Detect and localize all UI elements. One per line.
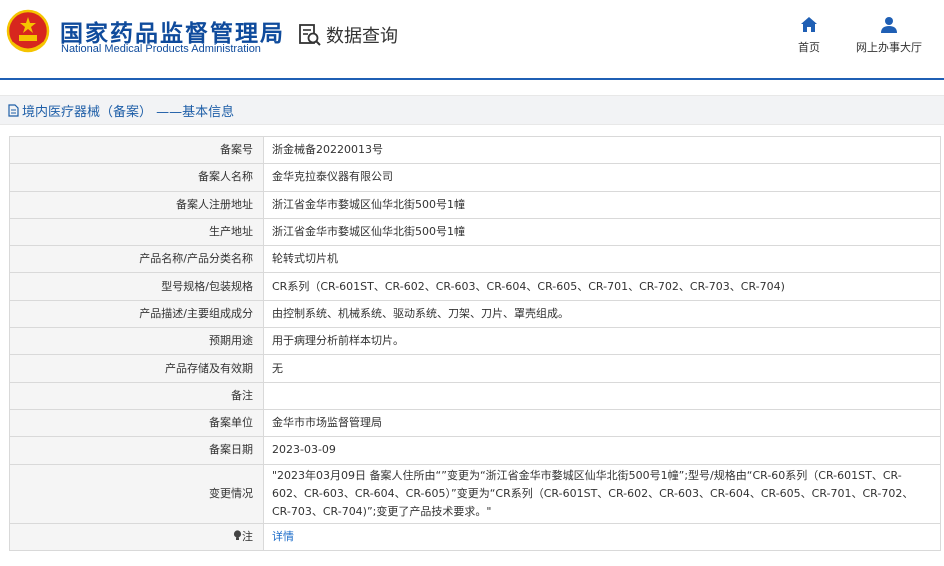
national-emblem-icon	[6, 9, 50, 53]
row-label: 备案人注册地址	[9, 190, 264, 219]
table-row: 备案单位 金华市市场监督管理局	[9, 408, 941, 438]
row-label: 产品名称/产品分类名称	[9, 245, 264, 274]
note-label-cell: 注	[9, 522, 264, 551]
table-row: 备案人注册地址 浙江省金华市婺城区仙华北街500号1幢	[9, 190, 941, 219]
table-row: 产品存储及有效期 无	[9, 354, 941, 383]
row-value: 金华克拉泰仪器有限公司	[263, 163, 941, 192]
site-header: 国家药品监督管理局 National Medical Products Admi…	[0, 0, 944, 80]
site-logo-english[interactable]: National Medical Products Administration	[61, 43, 261, 55]
row-label: 备注	[9, 381, 264, 410]
row-value: 轮转式切片机	[263, 245, 941, 274]
row-value: 2023-03-09	[263, 436, 941, 465]
row-label: 型号规格/包装规格	[9, 272, 264, 301]
data-query-title: 数据查询	[298, 22, 398, 48]
table-row: 生产地址 浙江省金华市婺城区仙华北街500号1幢	[9, 217, 941, 247]
row-value: "2023年03月09日 备案人住所由“”变更为“浙江省金华市婺城区仙华北街50…	[263, 463, 941, 524]
table-row: 型号规格/包装规格 CR系列（CR-601ST、CR-602、CR-603、CR…	[9, 272, 941, 301]
row-label: 产品描述/主要组成成分	[9, 299, 264, 329]
row-label: 备案日期	[9, 436, 264, 465]
note-label: 注	[242, 529, 253, 543]
nav-home-label: 首页	[798, 41, 820, 54]
details-link[interactable]: 详情	[272, 530, 294, 543]
row-value: 无	[263, 354, 941, 383]
table-row: 产品名称/产品分类名称 轮转式切片机	[9, 245, 941, 274]
row-label: 备案号	[9, 135, 264, 165]
row-value: 由控制系统、机械系统、驱动系统、刀架、刀片、罩壳组成。	[263, 299, 941, 329]
row-value: 浙金械备20220013号	[263, 135, 941, 165]
note-value-cell: 详情	[263, 522, 941, 551]
record-detail-table: 备案号 浙金械备20220013号 备案人名称 金华克拉泰仪器有限公司 备案人注…	[9, 135, 941, 551]
row-label: 生产地址	[9, 217, 264, 247]
row-value: 金华市市场监督管理局	[263, 408, 941, 438]
bulb-icon	[233, 530, 242, 540]
table-row: 备案日期 2023-03-09	[9, 436, 941, 465]
table-row: 备案人名称 金华克拉泰仪器有限公司	[9, 163, 941, 192]
row-label: 变更情况	[9, 463, 264, 524]
table-row: 变更情况 "2023年03月09日 备案人住所由“”变更为“浙江省金华市婺城区仙…	[9, 463, 941, 524]
row-value: 浙江省金华市婺城区仙华北街500号1幢	[263, 190, 941, 219]
home-icon	[801, 17, 817, 32]
nav-home[interactable]: 首页	[764, 16, 854, 55]
row-label: 预期用途	[9, 327, 264, 356]
user-icon	[881, 17, 897, 33]
document-icon	[8, 103, 19, 117]
row-value: 浙江省金华市婺城区仙华北街500号1幢	[263, 217, 941, 247]
row-value	[263, 381, 941, 410]
row-label: 备案单位	[9, 408, 264, 438]
row-value: 用于病理分析前样本切片。	[263, 327, 941, 356]
row-label: 备案人名称	[9, 163, 264, 192]
breadcrumb: 境内医疗器械（备案） ——基本信息	[0, 95, 944, 125]
data-query-label: 数据查询	[326, 26, 398, 47]
table-row: 注 详情	[9, 522, 941, 551]
data-query-icon	[299, 24, 321, 46]
nav-online-service-label: 网上办事大厅	[856, 41, 922, 54]
row-label: 产品存储及有效期	[9, 354, 264, 383]
table-row: 备注	[9, 381, 941, 410]
table-row: 预期用途 用于病理分析前样本切片。	[9, 327, 941, 356]
table-row: 备案号 浙金械备20220013号	[9, 135, 941, 165]
nav-online-service-hall[interactable]: 网上办事大厅	[844, 16, 934, 55]
row-value: CR系列（CR-601ST、CR-602、CR-603、CR-604、CR-60…	[263, 272, 941, 301]
table-row: 产品描述/主要组成成分 由控制系统、机械系统、驱动系统、刀架、刀片、罩壳组成。	[9, 299, 941, 329]
breadcrumb-text: 境内医疗器械（备案） ——基本信息	[22, 104, 235, 120]
